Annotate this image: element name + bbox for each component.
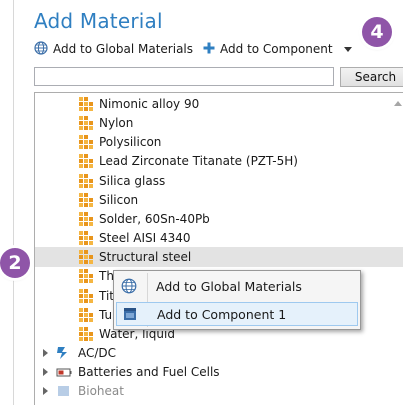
tree-item-folder[interactable]: AC/DC [35,343,116,363]
menu-item-add-to-global-materials[interactable]: Add to Global Materials [116,274,358,298]
material-grid-icon [79,269,93,284]
tree-item-material[interactable]: Nylon [35,113,403,133]
tree-item-material[interactable]: Polysilicon [35,132,403,152]
material-grid-icon [79,173,93,188]
tree-item-material[interactable]: Lead Zirconate Titanate (PZT-5H) [35,151,403,171]
material-grid-icon [79,192,93,207]
chevron-right-icon[interactable] [43,348,48,357]
tree-item-label: Silica glass [99,173,166,188]
tree-item-label: Steel AISI 4340 [99,231,191,246]
add-material-panel: Add Material Add to Global Materials Add… [13,0,403,405]
tree-item-folder[interactable]: Batteries and Fuel Cells [35,362,220,382]
folder-ac-dc-icon [56,346,72,360]
globe-icon [34,40,48,58]
tree-item-label: Polysilicon [99,135,162,150]
tree-item-label: Nimonic alloy 90 [99,97,200,111]
material-grid-icon [79,116,93,131]
tree-item-material[interactable]: Silica glass [35,171,403,191]
material-grid-icon [79,211,93,226]
tree-item-material[interactable]: Nimonic alloy 90 [35,94,403,114]
chevron-right-icon[interactable] [43,368,48,377]
tree-item-label: Bioheat [78,384,124,399]
tree-item-label: Silicon [99,192,139,207]
menu-item-label: Add to Component 1 [157,306,287,322]
tree-item-label: Structural steel [99,250,192,265]
material-grid-icon [79,326,93,341]
tree-item-label: Batteries and Fuel Cells [78,365,220,380]
tree-item-label: Tit [99,288,114,303]
step-callout-badge: 4 [362,17,392,47]
search-button[interactable]: Search [340,67,403,87]
add-to-global-materials-label: Add to Global Materials [53,42,194,56]
context-menu: Add to Global Materials Add to Component… [113,270,361,330]
search-row: Search [34,67,403,87]
panel-title: Add Material [34,9,163,33]
battery-icon [56,365,72,379]
tree-item-material[interactable]: Structural steel [35,247,403,268]
tree-item-label: Solder, 60Sn-40Pb [99,211,210,226]
tree-item-label: Nylon [99,116,134,131]
material-grid-icon [79,250,93,265]
tree-item-folder[interactable]: Bioheat [35,381,124,401]
tree-item-material[interactable]: Solder, 60Sn-40Pb [35,209,403,229]
globe-icon [116,278,142,294]
menu-item-add-to-component-1[interactable]: Add to Component 1 [116,302,358,326]
plus-icon [203,42,215,57]
bioheat-icon [56,384,72,398]
material-grid-icon [79,231,93,246]
step-callout-badge: 2 [0,248,30,278]
toolbar: Add to Global Materials Add to Component [34,40,362,58]
tree-item-label: Lead Zirconate Titanate (PZT-5H) [99,154,298,169]
tree-item-label: Th [99,269,114,284]
tree-item-label: AC/DC [78,345,117,360]
tree-item-material[interactable]: Steel AISI 4340 [35,228,403,248]
tree-item-material[interactable]: Silicon [35,190,403,210]
material-grid-icon [79,154,93,169]
chevron-right-icon[interactable] [43,387,48,396]
material-grid-icon [79,135,93,150]
material-grid-icon [79,307,93,322]
add-to-global-materials-button[interactable]: Add to Global Materials [34,40,194,58]
material-tree[interactable]: Nimonic alloy 90 Nylon Polysilicon Lead Zir… [34,92,403,405]
tree-item-label: Tu [99,307,113,322]
menu-item-label: Add to Global Materials [156,278,302,294]
search-input[interactable] [34,67,334,86]
chevron-down-icon[interactable] [343,46,352,52]
add-to-component-label: Add to Component [220,42,333,56]
material-grid-icon [79,97,93,111]
component-icon [117,307,143,321]
material-grid-icon [79,288,93,303]
add-to-component-button[interactable]: Add to Component [203,42,352,57]
